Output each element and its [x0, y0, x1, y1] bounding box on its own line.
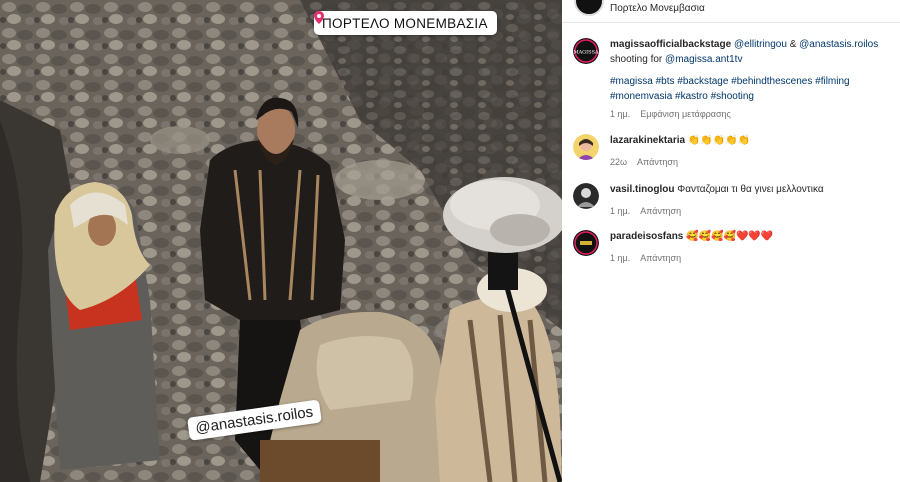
location-sticker[interactable]: ΠΟΡΤΕΛΟ ΜΟΝΕΜΒΑΣΙΑ — [314, 11, 497, 35]
comment-username[interactable]: paradeisosfans — [610, 231, 683, 242]
caption-username[interactable]: magissaofficialbackstage — [610, 39, 731, 50]
comment-username[interactable]: lazarakinektaria — [610, 135, 685, 146]
caption-hashtags[interactable]: #magissa #bts #backstage #behindthescene… — [610, 75, 890, 90]
comment-timestamp: 1 ημ. — [610, 205, 631, 216]
caption-timestamp: 1 ημ. — [610, 109, 631, 119]
post-media[interactable]: ΠΟΡΤΕΛΟ ΜΟΝΕΜΒΑΣΙΑ @anastasis.roilos — [0, 0, 562, 482]
comments-panel: Πορτελο Μονεμβασια MAGISSA magissaoffici… — [562, 0, 900, 482]
comment-text: Φανταζομαι τι θα γινει μελλοντικα — [677, 184, 824, 195]
post-caption: MAGISSA magissaofficialbackstage @ellitr… — [570, 38, 892, 123]
comment-item: vasil.tinoglou Φανταζομαι τι θα γινει με… — [570, 183, 892, 223]
location-sticker-text: ΠΟΡΤΕΛΟ ΜΟΝΕΜΒΑΣΙΑ — [322, 15, 488, 31]
comment-text: 🥰🥰🥰🥰❤️❤️❤️ — [686, 231, 774, 242]
post-location-link[interactable]: Πορτελο Μονεμβασια — [610, 3, 705, 14]
post-header-location: Πορτελο Μονεμβασια — [562, 0, 900, 23]
svg-text:MAGISSA: MAGISSA — [573, 50, 598, 56]
mention-link[interactable]: @anastasis.roilos — [799, 39, 878, 50]
caption-hashtags[interactable]: #monemvasia #kastro #shooting — [610, 90, 890, 105]
caption-avatar[interactable]: MAGISSA — [573, 38, 599, 64]
comment-timestamp: 22ω — [610, 156, 628, 167]
header-avatar[interactable] — [574, 0, 604, 16]
commenter-avatar[interactable] — [573, 230, 599, 256]
comment-text: 👏👏👏👏👏 — [687, 135, 751, 146]
see-translation-button[interactable]: Εμφάνιση μετάφρασης — [640, 107, 731, 122]
mention-link[interactable]: @magissa.ant1tv — [665, 54, 742, 65]
reply-button[interactable]: Απάντηση — [640, 204, 681, 219]
mention-link[interactable]: @ellitringou — [734, 39, 787, 50]
comment-username[interactable]: vasil.tinoglou — [610, 184, 674, 195]
comment-timestamp: 1 ημ. — [610, 252, 631, 263]
location-pin-icon — [314, 11, 324, 24]
reply-button[interactable]: Απάντηση — [637, 155, 678, 170]
commenter-avatar[interactable] — [573, 183, 599, 209]
comment-item: paradeisosfans 🥰🥰🥰🥰❤️❤️❤️ 1 ημ. Απάντηση — [570, 230, 892, 270]
caption-text: shooting for — [610, 53, 666, 65]
comment-item: lazarakinektaria 👏👏👏👏👏 22ω Απάντηση — [570, 134, 892, 174]
reply-button[interactable]: Απάντηση — [640, 251, 681, 266]
caption-text: & — [786, 39, 800, 50]
commenter-avatar[interactable] — [573, 134, 599, 160]
